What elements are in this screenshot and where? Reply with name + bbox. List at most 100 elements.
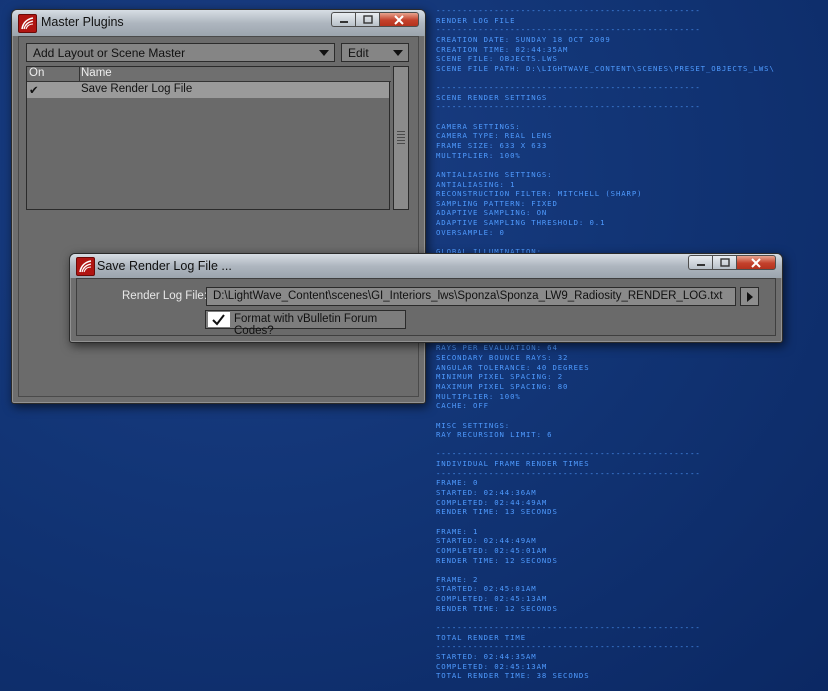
log-line: INDIVIDUAL FRAME RENDER TIMES bbox=[436, 459, 590, 469]
log-line: CREATION DATE: SUNDAY 18 OCT 2009 bbox=[436, 34, 611, 44]
add-master-dropdown-label: Add Layout or Scene Master bbox=[33, 46, 186, 60]
render-log-file-label: Render Log File: bbox=[122, 290, 208, 302]
log-line: MINIMUM PIXEL SPACING: 2 bbox=[436, 372, 564, 382]
log-line: ----------------------------------------… bbox=[436, 25, 701, 35]
log-line: CAMERA TYPE: REAL LENS bbox=[436, 131, 553, 141]
log-line: COMPLETED: 02:45:13AM bbox=[436, 594, 548, 604]
log-line: RAY RECURSION LIMIT: 6 bbox=[436, 430, 553, 440]
log-line: ----------------------------------------… bbox=[436, 642, 701, 652]
log-line: SECONDARY BOUNCE RAYS: 32 bbox=[436, 353, 569, 363]
log-line: RENDER TIME: 12 SECONDS bbox=[436, 555, 558, 565]
maximize-button[interactable] bbox=[712, 255, 736, 270]
maximize-icon bbox=[362, 15, 373, 24]
minimize-button[interactable] bbox=[331, 12, 355, 27]
log-line: STARTED: 02:44:49AM bbox=[436, 536, 537, 546]
window-title: Master Plugins bbox=[41, 15, 124, 29]
log-line: CAMERA SETTINGS: bbox=[436, 121, 521, 131]
plugin-name: Save Render Log File bbox=[81, 83, 193, 95]
enabled-check-icon[interactable]: ✔ bbox=[29, 83, 39, 97]
log-line: FRAME: 1 bbox=[436, 526, 479, 536]
log-line: ----------------------------------------… bbox=[436, 623, 701, 632]
log-line: ANTIALIASING: 1 bbox=[436, 179, 516, 189]
log-line: COMPLETED: 02:45:01AM bbox=[436, 545, 548, 555]
log-line: TOTAL RENDER TIME bbox=[436, 632, 526, 642]
log-line: SCENE RENDER SETTINGS bbox=[436, 92, 548, 102]
log-line: SCENE FILE: OBJECTS.LWS bbox=[436, 54, 558, 64]
log-line: CACHE: OFF bbox=[436, 401, 489, 411]
vbulletin-format-option[interactable]: Format with vBulletin Forum Codes? bbox=[205, 310, 406, 337]
close-button[interactable] bbox=[379, 12, 419, 27]
plugin-list[interactable]: On Name ✔ Save Render Log File bbox=[26, 66, 391, 210]
log-line: ----------------------------------------… bbox=[436, 102, 701, 112]
close-icon bbox=[751, 257, 761, 268]
column-header-name[interactable]: Name bbox=[81, 67, 112, 79]
log-line: MAXIMUM PIXEL SPACING: 80 bbox=[436, 381, 569, 391]
log-line: SCENE FILE PATH: D:\LIGHTWAVE_CONTENT\SC… bbox=[436, 63, 775, 73]
log-line: RENDER TIME: 12 SECONDS bbox=[436, 603, 558, 613]
log-line: MISC SETTINGS: bbox=[436, 420, 511, 430]
log-line: MULTIPLIER: 100% bbox=[436, 150, 521, 160]
dialog-title: Save Render Log File ... bbox=[97, 259, 232, 273]
close-icon bbox=[394, 14, 404, 25]
log-line: RECONSTRUCTION FILTER: MITCHELL (SHARP) bbox=[436, 189, 643, 199]
master-plugins-titlebar[interactable]: Master Plugins bbox=[12, 10, 425, 36]
chevron-down-icon bbox=[393, 50, 403, 56]
log-line: CREATION TIME: 02:44:35AM bbox=[436, 44, 569, 54]
minimize-icon bbox=[339, 20, 348, 23]
chevron-down-icon bbox=[319, 50, 329, 56]
close-button[interactable] bbox=[736, 255, 776, 270]
edit-dropdown[interactable]: Edit bbox=[341, 43, 409, 62]
render-log-text: ----------------------------------------… bbox=[436, 6, 828, 691]
log-line: COMPLETED: 02:45:13AM bbox=[436, 661, 548, 671]
log-line: STARTED: 02:45:01AM bbox=[436, 584, 537, 594]
log-line: RENDER LOG FILE bbox=[436, 15, 516, 25]
checkmark-icon bbox=[212, 314, 225, 326]
play-arrow-icon bbox=[747, 292, 753, 302]
lightwave-app-icon bbox=[76, 257, 95, 276]
plugin-list-header: On Name bbox=[27, 66, 391, 82]
log-line: COMPLETED: 02:44:49AM bbox=[436, 497, 548, 507]
log-line: STARTED: 02:44:36AM bbox=[436, 488, 537, 498]
render-log-path-field[interactable]: D:\LightWave_Content\scenes\GI_Interiors… bbox=[206, 287, 736, 306]
minimize-icon bbox=[696, 263, 705, 266]
log-line: ----------------------------------------… bbox=[436, 6, 701, 15]
log-line: ----------------------------------------… bbox=[436, 449, 701, 459]
plugin-list-scrollbar[interactable] bbox=[393, 66, 409, 210]
log-line: SAMPLING PATTERN: FIXED bbox=[436, 198, 558, 208]
log-line: FRAME SIZE: 633 X 633 bbox=[436, 140, 548, 150]
log-line: OVERSAMPLE: 0 bbox=[436, 227, 505, 237]
log-line: RAYS PER EVALUATION: 64 bbox=[436, 343, 558, 353]
add-master-dropdown[interactable]: Add Layout or Scene Master bbox=[26, 43, 335, 62]
browse-button[interactable] bbox=[740, 287, 759, 306]
lightwave-app-icon bbox=[18, 14, 37, 33]
maximize-button[interactable] bbox=[355, 12, 379, 27]
log-line: ----------------------------------------… bbox=[436, 468, 701, 478]
log-line: ADAPTIVE SAMPLING: ON bbox=[436, 208, 548, 218]
log-line: FRAME: 2 bbox=[436, 574, 479, 584]
log-line: ANGULAR TOLERANCE: 40 DEGREES bbox=[436, 362, 590, 372]
column-header-on[interactable]: On bbox=[29, 67, 44, 79]
log-line: ANTIALIASING SETTINGS: bbox=[436, 169, 553, 179]
log-line: FRAME: 0 bbox=[436, 478, 479, 488]
edit-dropdown-label: Edit bbox=[348, 46, 369, 60]
vbulletin-format-checkbox[interactable] bbox=[208, 312, 230, 327]
vbulletin-format-label: Format with vBulletin Forum Codes? bbox=[234, 313, 378, 337]
log-line: ADAPTIVE SAMPLING THRESHOLD: 0.1 bbox=[436, 218, 606, 228]
log-line: TOTAL RENDER TIME: 38 SECONDS bbox=[436, 671, 590, 681]
save-dialog-titlebar[interactable]: Save Render Log File ... bbox=[70, 254, 782, 278]
log-line: RENDER TIME: 13 SECONDS bbox=[436, 507, 558, 517]
minimize-button[interactable] bbox=[688, 255, 712, 270]
table-row[interactable]: ✔ Save Render Log File bbox=[27, 82, 389, 98]
maximize-icon bbox=[719, 258, 730, 267]
log-line: ----------------------------------------… bbox=[436, 83, 701, 93]
log-line: MULTIPLIER: 100% bbox=[436, 391, 521, 401]
